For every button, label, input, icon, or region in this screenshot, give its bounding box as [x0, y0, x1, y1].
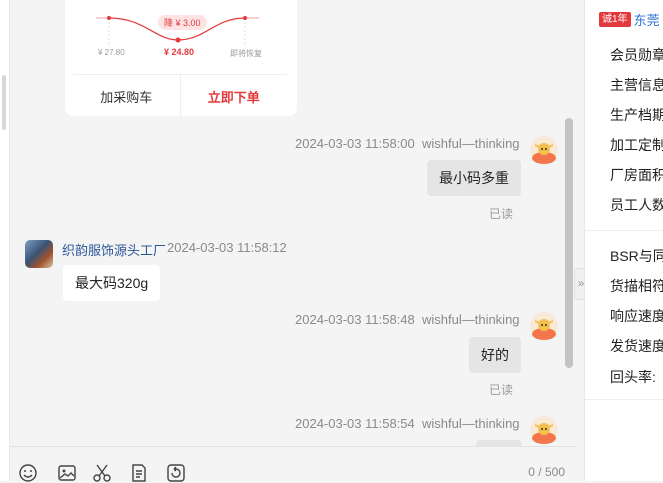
cow-avatar-icon	[532, 423, 556, 444]
info-row: 生产档期	[610, 107, 663, 123]
divider	[585, 230, 663, 231]
price-restore-label: 即将恢复	[230, 49, 262, 58]
product-card: 降 ¥ 3.00 ¥ 27.80 ¥ 24.80 即将恢复 加采购车 立即下单	[65, 0, 297, 117]
message-sender-shop[interactable]: 织韵服饰源头工厂	[62, 240, 166, 259]
info-row: 员工人数	[610, 197, 663, 213]
divider	[585, 399, 663, 400]
cow-avatar-icon	[532, 143, 556, 164]
message-meta: 2024-03-03 11:58:00 wishful—thinking	[295, 136, 520, 151]
read-status: 已读	[489, 207, 514, 221]
shop-avatar[interactable]	[25, 240, 53, 268]
message-time: 2024-03-03 11:58:54	[295, 416, 415, 431]
document-icon[interactable]	[129, 463, 149, 483]
info-row: 厂房面积	[610, 167, 663, 183]
info-row: BSR与同行	[610, 248, 663, 264]
message-time: 2024-03-03 11:58:48	[295, 312, 415, 327]
left-panel-strip	[0, 0, 10, 481]
message-time: 2024-03-03 11:58:00	[295, 136, 415, 151]
cow-avatar-icon	[532, 319, 556, 340]
my-avatar[interactable]	[530, 312, 558, 340]
info-row: 主营信息	[610, 77, 663, 93]
chat-panel: 降 ¥ 3.00 ¥ 27.80 ¥ 24.80 即将恢复 加采购车 立即下单 …	[10, 0, 575, 481]
info-row: 货描相符	[610, 278, 663, 294]
message-time: 2024-03-03 11:58:12	[167, 240, 287, 255]
char-counter: 0 / 500	[528, 465, 565, 479]
read-status: 已读	[489, 383, 514, 397]
price-point-before	[107, 16, 111, 20]
left-scrollbar[interactable]	[2, 75, 6, 130]
year-badge: 诚1年	[599, 12, 631, 27]
price-drop-badge: 降 ¥ 3.00	[158, 15, 207, 30]
info-row: 会员勋章	[610, 47, 663, 63]
price-point-now	[175, 37, 181, 43]
message-meta: 2024-03-03 11:58:48 wishful—thinking	[295, 312, 520, 327]
my-avatar[interactable]	[530, 416, 558, 444]
message-sender: wishful—thinking	[421, 136, 520, 151]
info-row: 加工定制	[610, 137, 663, 153]
buy-now-button[interactable]: 立即下单	[179, 75, 288, 117]
image-icon[interactable]	[57, 463, 77, 483]
emoji-icon[interactable]	[18, 463, 38, 483]
price-now-label: ¥ 24.80	[164, 47, 195, 57]
info-row: 发货速度	[610, 338, 663, 354]
info-row: 回头率:	[610, 369, 656, 385]
price-point-after	[243, 16, 247, 20]
info-row: 响应速度	[610, 308, 663, 324]
shop-header: 诚1年 东莞	[599, 10, 660, 29]
message-sender: wishful—thinking	[421, 416, 520, 431]
message-sender: wishful—thinking	[421, 312, 520, 327]
add-to-cart-button[interactable]: 加采购车	[73, 75, 180, 117]
chat-scrollbar[interactable]	[565, 118, 573, 368]
history-icon[interactable]	[166, 463, 186, 483]
message-bubble-in[interactable]: 最大码320g	[63, 265, 161, 301]
my-avatar[interactable]	[530, 136, 558, 164]
price-trend-chart	[96, 16, 259, 44]
scissors-icon[interactable]	[92, 463, 112, 483]
message-meta: 2024-03-03 11:58:54 wishful—thinking	[295, 416, 520, 431]
message-bubble-out[interactable]: 最小码多重	[427, 160, 521, 196]
shop-name-link[interactable]: 东莞	[634, 10, 660, 29]
message-bubble-out[interactable]: 好的	[469, 337, 521, 373]
composer-toolbar: 0 / 500	[10, 446, 575, 482]
card-actions: 加采购车 立即下单	[73, 74, 287, 117]
price-before-label: ¥ 27.80	[98, 48, 125, 57]
shop-info-panel: 诚1年 东莞 会员勋章 主营信息 生产档期 加工定制 厂房面积 员工人数 BSR…	[584, 0, 663, 481]
